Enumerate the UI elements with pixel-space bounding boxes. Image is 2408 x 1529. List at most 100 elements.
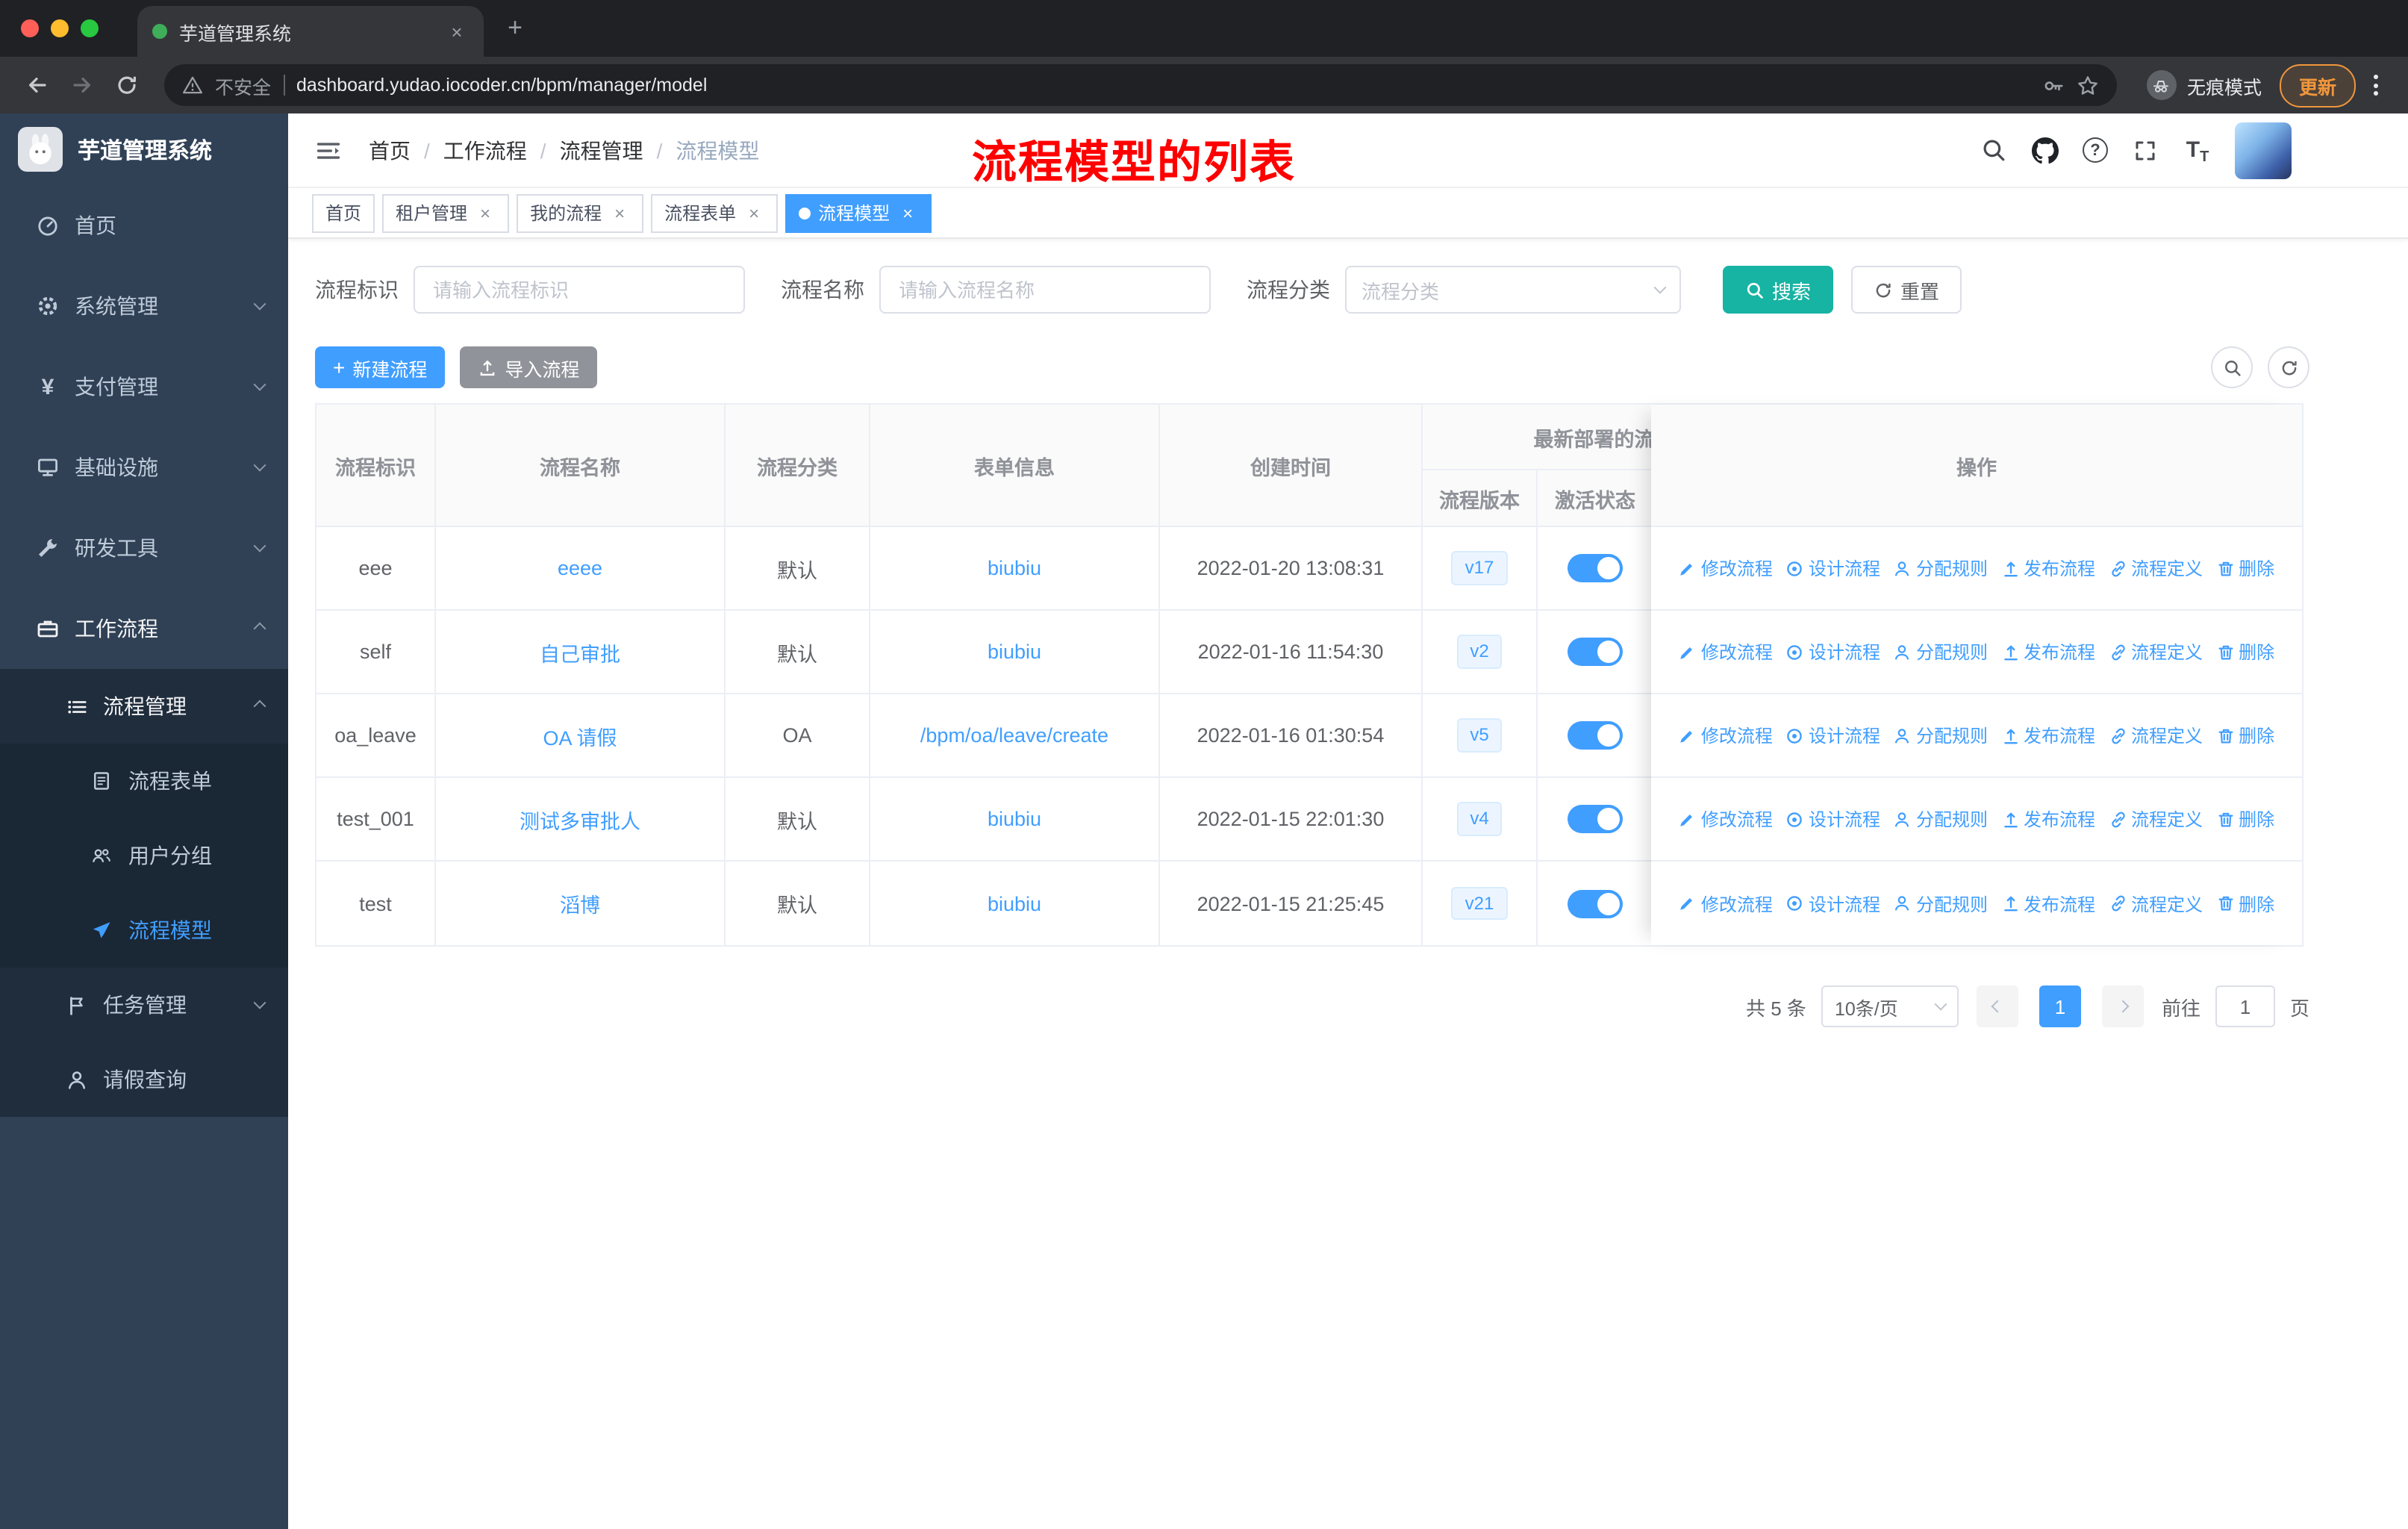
collapse-sidebar-icon[interactable] <box>312 134 345 166</box>
tag-home[interactable]: 首页 <box>312 193 375 232</box>
back-button[interactable] <box>18 66 57 105</box>
prev-page-button[interactable] <box>1976 985 2018 1027</box>
sidebar-item-process-form[interactable]: 流程表单 <box>0 744 288 818</box>
tag-my-process[interactable]: 我的流程 <box>517 193 644 232</box>
close-window-button[interactable] <box>21 19 39 37</box>
form-info-link[interactable]: biubiu <box>988 892 1041 915</box>
refresh-table-button[interactable] <box>2268 346 2309 388</box>
close-icon[interactable] <box>475 202 496 223</box>
import-process-button[interactable]: 导入流程 <box>460 346 598 388</box>
version-tag[interactable]: v17 <box>1451 551 1508 585</box>
action-delete-link[interactable]: 删除 <box>2216 723 2274 748</box>
help-icon[interactable] <box>2083 137 2108 163</box>
close-icon[interactable] <box>743 202 764 223</box>
forward-button[interactable] <box>63 66 102 105</box>
sidebar-item-system[interactable]: 系统管理 <box>0 266 288 346</box>
tag-process-model[interactable]: 流程模型 <box>785 193 932 232</box>
active-toggle[interactable] <box>1568 805 1623 833</box>
action-assign-rule-link[interactable]: 分配规则 <box>1894 891 1988 916</box>
breadcrumb-process-manage[interactable]: 流程管理 <box>560 135 643 165</box>
font-size-icon[interactable] <box>2183 135 2212 165</box>
page-size-select[interactable]: 10条/页 <box>1821 985 1959 1027</box>
breadcrumb-workflow[interactable]: 工作流程 <box>443 135 527 165</box>
action-modify-link[interactable]: 修改流程 <box>1679 723 1773 748</box>
minimize-window-button[interactable] <box>51 19 69 37</box>
action-delete-link[interactable]: 删除 <box>2216 891 2274 916</box>
sidebar-item-task-manage[interactable]: 任务管理 <box>0 968 288 1042</box>
sidebar-item-home[interactable]: 首页 <box>0 185 288 266</box>
breadcrumb-home[interactable]: 首页 <box>369 135 411 165</box>
search-button[interactable]: 搜索 <box>1723 266 1834 314</box>
action-delete-link[interactable]: 删除 <box>2216 806 2274 832</box>
fullscreen-icon[interactable] <box>2130 135 2160 165</box>
next-page-button[interactable] <box>2101 985 2144 1027</box>
reload-button[interactable] <box>107 66 146 105</box>
action-design-link[interactable]: 设计流程 <box>1786 555 1880 581</box>
active-toggle[interactable] <box>1568 721 1623 750</box>
form-info-link[interactable]: biubiu <box>988 808 1041 830</box>
action-assign-rule-link[interactable]: 分配规则 <box>1894 639 1988 664</box>
action-publish-link[interactable]: 发布流程 <box>2001 555 2095 581</box>
action-delete-link[interactable]: 删除 <box>2216 555 2274 581</box>
active-toggle[interactable] <box>1568 889 1623 918</box>
sidebar-item-process-model[interactable]: 流程模型 <box>0 893 288 968</box>
action-definition-link[interactable]: 流程定义 <box>2109 891 2203 916</box>
active-toggle[interactable] <box>1568 554 1623 582</box>
url-text[interactable]: dashboard.yudao.iocoder.cn/bpm/manager/m… <box>296 75 707 96</box>
sidebar-item-user-group[interactable]: 用户分组 <box>0 818 288 893</box>
zoom-window-button[interactable] <box>81 19 99 37</box>
action-modify-link[interactable]: 修改流程 <box>1679 639 1773 664</box>
security-label[interactable]: 不安全 <box>215 71 271 99</box>
reset-button[interactable]: 重置 <box>1851 266 1962 314</box>
action-assign-rule-link[interactable]: 分配规则 <box>1894 555 1988 581</box>
process-name-link[interactable]: 测试多审批人 <box>520 810 640 832</box>
action-definition-link[interactable]: 流程定义 <box>2109 555 2203 581</box>
action-modify-link[interactable]: 修改流程 <box>1679 555 1773 581</box>
version-tag[interactable]: v21 <box>1451 886 1508 921</box>
tag-process-form[interactable]: 流程表单 <box>651 193 779 232</box>
process-name-input[interactable] <box>879 266 1211 314</box>
show-search-button[interactable] <box>2211 346 2253 388</box>
sidebar-item-leave-query[interactable]: 请假查询 <box>0 1042 288 1117</box>
tag-tenant-manage[interactable]: 租户管理 <box>382 193 510 232</box>
action-definition-link[interactable]: 流程定义 <box>2109 806 2203 832</box>
bookmark-star-icon[interactable] <box>2077 74 2099 96</box>
sidebar-item-process-manage[interactable]: 流程管理 <box>0 669 288 744</box>
sidebar-item-payment[interactable]: ¥ 支付管理 <box>0 346 288 427</box>
page-1-button[interactable]: 1 <box>2039 985 2081 1027</box>
action-delete-link[interactable]: 删除 <box>2216 639 2274 664</box>
action-modify-link[interactable]: 修改流程 <box>1679 891 1773 916</box>
category-select[interactable]: 流程分类 <box>1345 266 1681 314</box>
action-modify-link[interactable]: 修改流程 <box>1679 806 1773 832</box>
action-design-link[interactable]: 设计流程 <box>1786 639 1880 664</box>
action-publish-link[interactable]: 发布流程 <box>2001 639 2095 664</box>
action-design-link[interactable]: 设计流程 <box>1786 806 1880 832</box>
avatar[interactable] <box>2235 122 2292 178</box>
process-name-link[interactable]: 滔博 <box>560 894 600 917</box>
action-publish-link[interactable]: 发布流程 <box>2001 723 2095 748</box>
active-toggle[interactable] <box>1568 638 1623 666</box>
search-icon[interactable] <box>1978 135 2008 165</box>
close-icon[interactable] <box>609 202 630 223</box>
form-info-link[interactable]: /bpm/oa/leave/create <box>920 724 1108 747</box>
version-tag[interactable]: v4 <box>1456 802 1503 836</box>
process-name-link[interactable]: OA 请假 <box>543 726 617 749</box>
github-icon[interactable] <box>2030 135 2060 165</box>
version-tag[interactable]: v2 <box>1456 635 1503 669</box>
sidebar-item-infrastructure[interactable]: 基础设施 <box>0 427 288 508</box>
close-tab-icon[interactable] <box>445 19 469 43</box>
browser-menu-icon[interactable] <box>2362 75 2390 96</box>
sidebar-item-devtools[interactable]: 研发工具 <box>0 508 288 588</box>
action-design-link[interactable]: 设计流程 <box>1786 723 1880 748</box>
action-definition-link[interactable]: 流程定义 <box>2109 639 2203 664</box>
browser-tab[interactable]: 芋道管理系统 <box>137 6 484 57</box>
sidebar-item-workflow[interactable]: 工作流程 <box>0 588 288 669</box>
action-design-link[interactable]: 设计流程 <box>1786 891 1880 916</box>
form-info-link[interactable]: biubiu <box>988 557 1041 579</box>
password-key-icon[interactable] <box>2042 74 2065 96</box>
update-button[interactable]: 更新 <box>2279 63 2356 107</box>
address-bar[interactable]: 不安全 dashboard.yudao.iocoder.cn/bpm/manag… <box>164 64 2117 106</box>
create-process-button[interactable]: 新建流程 <box>315 346 446 388</box>
process-name-link[interactable]: eeee <box>558 557 602 579</box>
action-definition-link[interactable]: 流程定义 <box>2109 723 2203 748</box>
